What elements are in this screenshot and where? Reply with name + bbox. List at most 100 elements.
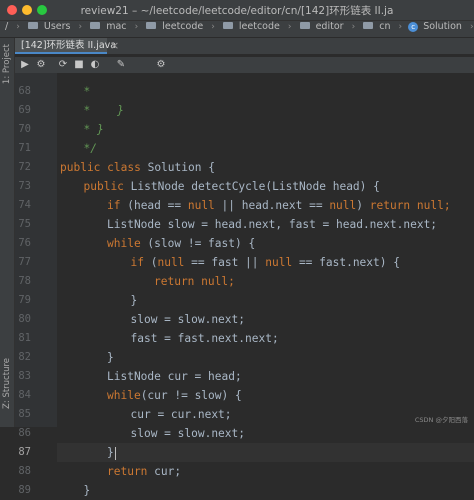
code-token: (slow != fast) { bbox=[147, 237, 256, 250]
line-number: 72 bbox=[18, 161, 31, 173]
close-icon[interactable]: × bbox=[110, 39, 119, 52]
breadcrumb-item[interactable]: leetcode bbox=[239, 21, 280, 32]
keyword-token: null bbox=[329, 199, 357, 212]
code-line[interactable]: if (null == fast || null == fast.next) { bbox=[131, 253, 400, 272]
keyword-token: class bbox=[107, 161, 148, 174]
code-line[interactable]: public ListNode detectCycle(ListNode hea… bbox=[84, 177, 380, 196]
line-number: 84 bbox=[18, 389, 31, 401]
code-line[interactable]: while(cur != slow) { bbox=[107, 386, 242, 405]
keyword-token: ; bbox=[228, 275, 235, 288]
code-token: (head == bbox=[127, 199, 188, 212]
breadcrumb-item[interactable]: editor bbox=[316, 21, 344, 32]
breadcrumb-item[interactable]: mac bbox=[106, 21, 126, 32]
text-caret bbox=[114, 446, 116, 460]
code-line[interactable]: while (slow != fast) { bbox=[107, 234, 255, 253]
debug-icon[interactable]: ⚙ bbox=[35, 59, 47, 71]
code-line[interactable]: */ bbox=[84, 139, 97, 158]
breadcrumb-item[interactable]: cn bbox=[379, 21, 390, 32]
settings-icon[interactable]: ⚙ bbox=[155, 59, 167, 71]
code-line[interactable]: public class Solution { bbox=[60, 158, 215, 177]
breadcrumb-root[interactable]: / bbox=[5, 21, 8, 32]
code-token: cur; bbox=[154, 465, 182, 478]
code-token: ListNode cur = head; bbox=[107, 370, 242, 383]
editor-tab-bar: [142]环形链表 II.java × bbox=[15, 38, 474, 55]
comment-token: * } bbox=[83, 123, 104, 136]
code-line[interactable]: } bbox=[107, 348, 114, 367]
run-icon[interactable]: ▶ bbox=[19, 59, 31, 71]
code-line[interactable]: fast = fast.next.next; bbox=[131, 329, 279, 348]
keyword-token: return null bbox=[369, 199, 444, 212]
chevron-right-icon: › bbox=[16, 21, 20, 32]
chevron-right-icon: › bbox=[351, 21, 356, 32]
folder-icon bbox=[299, 22, 310, 29]
breadcrumb: / › Users › mac › leetcode › leetcode › … bbox=[0, 21, 474, 38]
keyword-token: null bbox=[157, 256, 192, 269]
code-token: Solution { bbox=[147, 161, 215, 174]
line-number: 87 bbox=[18, 446, 31, 458]
code-token: == fast.next) { bbox=[298, 256, 400, 269]
code-token: || head.next == bbox=[221, 199, 330, 212]
code-line[interactable]: if (head == null || head.next == null) r… bbox=[107, 196, 451, 215]
tab-142-java[interactable]: [142]环形链表 II.java bbox=[15, 38, 116, 54]
line-number: 80 bbox=[18, 313, 31, 325]
code-line[interactable]: return cur; bbox=[107, 462, 181, 481]
window-title: review21 – ~/leetcode/leetcode/editor/cn… bbox=[80, 5, 394, 17]
breadcrumb-class[interactable]: Solution bbox=[423, 21, 462, 32]
breadcrumb-item[interactable]: Users bbox=[44, 21, 71, 32]
line-number: 68 bbox=[18, 85, 31, 97]
keyword-token: null bbox=[265, 256, 299, 269]
code-token: fast = fast.next.next; bbox=[130, 332, 279, 345]
code-token: slow = slow.next; bbox=[130, 427, 246, 440]
code-line[interactable]: ListNode slow = head.next, fast = head.n… bbox=[107, 215, 437, 234]
rerun-icon[interactable]: ⟳ bbox=[57, 59, 69, 71]
code-line[interactable]: return null; bbox=[154, 272, 235, 291]
chevron-right-icon: › bbox=[469, 21, 474, 32]
comment-token: */ bbox=[83, 142, 97, 155]
stop-icon[interactable]: ■ bbox=[73, 59, 85, 71]
keyword-token: while bbox=[107, 237, 148, 250]
code-line[interactable]: } bbox=[131, 291, 138, 310]
code-line[interactable]: slow = slow.next; bbox=[131, 310, 246, 329]
code-line[interactable]: * } bbox=[84, 120, 104, 139]
code-line[interactable]: cur = cur.next; bbox=[131, 405, 232, 424]
line-number: 71 bbox=[18, 142, 31, 154]
code-line[interactable]: * } bbox=[84, 101, 124, 120]
code-editor[interactable]: * * } * } */public class Solution {public L… bbox=[57, 73, 474, 497]
line-number: 74 bbox=[18, 199, 31, 211]
line-number: 69 bbox=[18, 104, 31, 116]
code-token: slow = slow.next; bbox=[130, 313, 246, 326]
keyword-token: public bbox=[83, 180, 131, 193]
line-number: 73 bbox=[18, 180, 31, 192]
bookmark-icon[interactable]: ✎ bbox=[115, 59, 127, 71]
comment-token: * bbox=[83, 85, 91, 98]
keyword-token: ; bbox=[443, 199, 451, 212]
chevron-right-icon: › bbox=[78, 21, 83, 32]
code-line[interactable]: ListNode cur = head; bbox=[107, 367, 242, 386]
folder-icon bbox=[222, 22, 233, 29]
line-number: 82 bbox=[18, 351, 31, 363]
code-line[interactable]: } bbox=[107, 443, 116, 462]
breadcrumb-item[interactable]: leetcode bbox=[162, 21, 203, 32]
current-line-highlight bbox=[57, 443, 474, 462]
toggle-icon[interactable]: ◐ bbox=[89, 59, 101, 71]
keyword-token: if bbox=[107, 199, 128, 212]
code-line[interactable]: } bbox=[84, 481, 91, 500]
watermark: CSDN @夕阳西落 bbox=[414, 416, 468, 424]
editor-toolbar: ▶ ⚙ ⟳ ■ ◐ ✎ ⚙ bbox=[15, 57, 474, 73]
chevron-right-icon: › bbox=[287, 21, 292, 32]
line-number-gutter: 68 69 70 71 72 73 74 75 76 77 78 79 80 81 82 83 84 85 86 87… bbox=[15, 73, 57, 496]
code-token: cur = cur.next; bbox=[130, 408, 232, 421]
project-tool-button[interactable]: 1: Project bbox=[2, 44, 12, 84]
keyword-token: return bbox=[107, 465, 155, 478]
code-line[interactable]: * bbox=[84, 82, 91, 101]
line-number: 89 bbox=[18, 484, 31, 496]
code-token: (cur != slow) { bbox=[140, 389, 242, 402]
code-token: ListNode slow = head.next, fast = head.n… bbox=[107, 218, 438, 231]
line-number: 77 bbox=[18, 256, 31, 268]
comment-token: * } bbox=[83, 104, 124, 117]
chevron-right-icon: › bbox=[398, 21, 403, 32]
line-number: 75 bbox=[18, 218, 31, 230]
line-number: 70 bbox=[18, 123, 31, 135]
code-token: ) bbox=[356, 199, 370, 212]
line-number: 83 bbox=[18, 370, 31, 382]
